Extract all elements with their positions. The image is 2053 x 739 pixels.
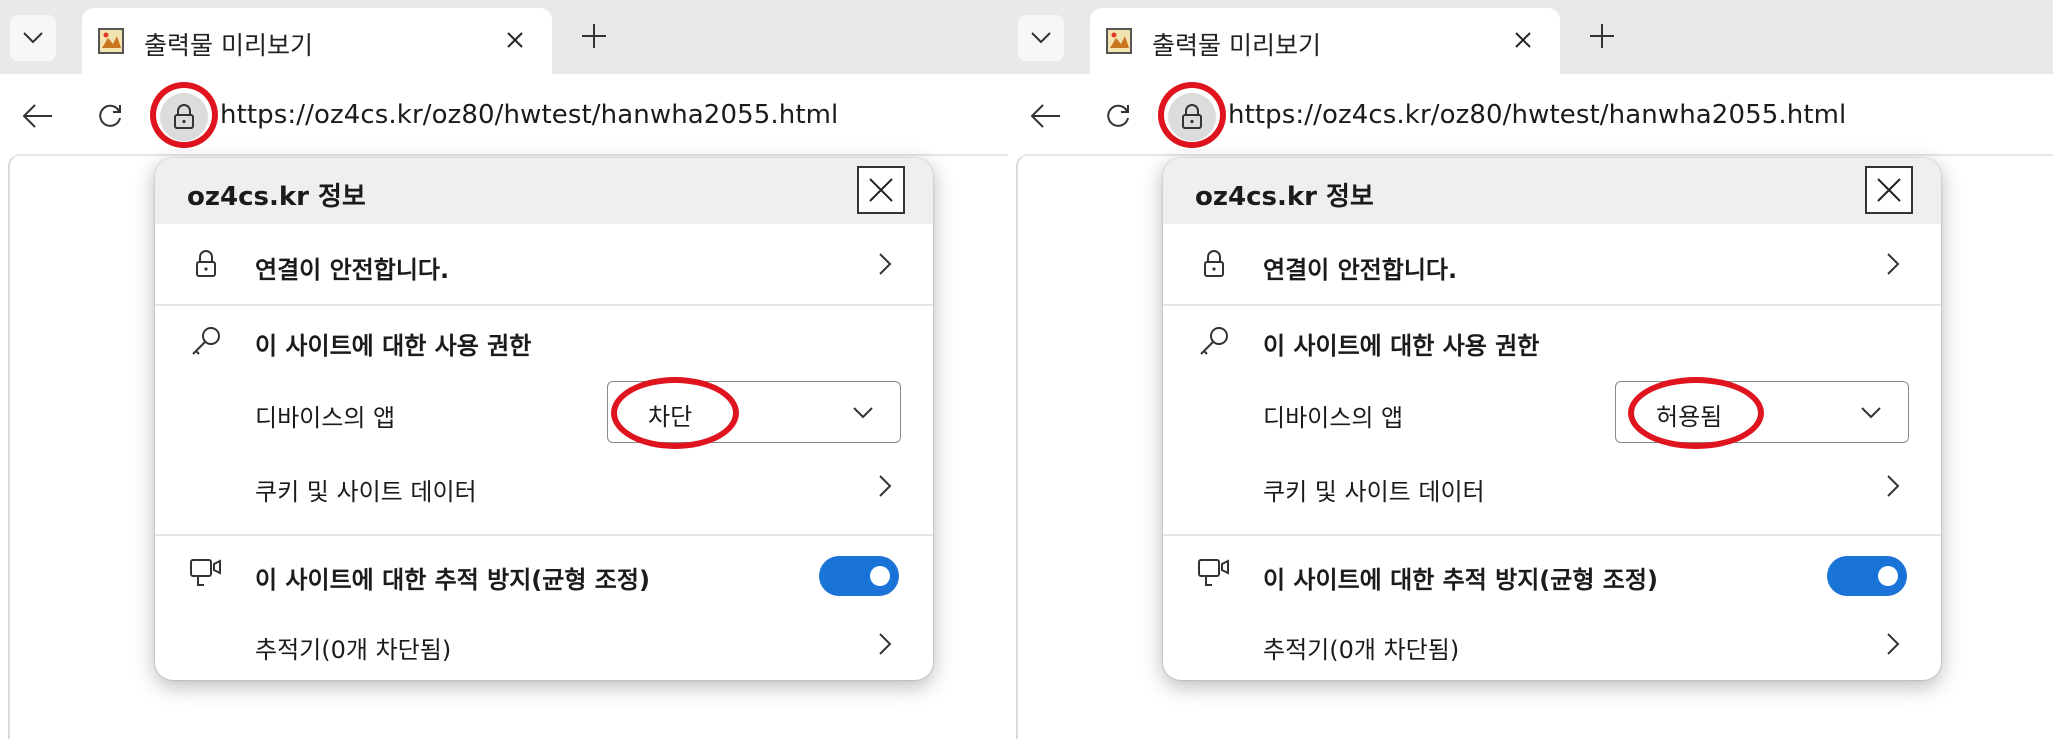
- device-apps-label: 디바이스의 앱: [1263, 404, 1404, 432]
- key-icon: [1197, 324, 1231, 358]
- trackers-row[interactable]: 추적기(0개 차단됨): [1163, 614, 1941, 680]
- browser-tab[interactable]: 출력물 미리보기: [82, 8, 552, 74]
- device-apps-value: 허용됨: [1656, 403, 1723, 431]
- permissions-heading-row: 이 사이트에 대한 사용 권한: [155, 306, 933, 372]
- browser-window-left: 출력물 미리보기 https://oz4cs.kr/oz80/hwtest/ha…: [0, 0, 1008, 739]
- arrow-left-icon: [22, 104, 52, 128]
- connection-row[interactable]: 연결이 안전합니다.: [1163, 224, 1941, 304]
- tracking-heading: 이 사이트에 대한 추적 방지(균형 조정): [1263, 566, 1658, 594]
- address-url[interactable]: https://oz4cs.kr/oz80/hwtest/hanwha2055.…: [220, 100, 838, 130]
- connection-label: 연결이 안전합니다.: [255, 256, 450, 284]
- device-apps-select[interactable]: 허용됨: [1615, 381, 1909, 443]
- permissions-heading: 이 사이트에 대한 사용 권한: [1263, 332, 1540, 360]
- lock-icon: [174, 104, 194, 129]
- address-toolbar: https://oz4cs.kr/oz80/hwtest/hanwha2055.…: [0, 74, 1008, 154]
- chevron-down-icon: [1031, 32, 1051, 44]
- tab-close-button[interactable]: [500, 25, 530, 55]
- chevron-right-icon: [1881, 249, 1905, 279]
- chevron-right-icon: [873, 249, 897, 279]
- chevron-right-icon: [1881, 629, 1905, 659]
- tab-actions-button[interactable]: [10, 15, 56, 61]
- device-apps-select[interactable]: 차단: [607, 381, 901, 443]
- popup-header: oz4cs.kr 정보: [155, 158, 933, 224]
- tab-actions-button[interactable]: [1018, 15, 1064, 61]
- toggle-knob: [1878, 566, 1898, 586]
- close-icon: [507, 32, 523, 48]
- trackers-label: 추적기(0개 차단됨): [1263, 636, 1460, 664]
- chevron-down-icon: [1858, 400, 1884, 426]
- chevron-down-icon: [850, 400, 876, 426]
- device-apps-row: 디바이스의 앱 차단: [155, 372, 933, 454]
- chevron-right-icon: [873, 629, 897, 659]
- back-button[interactable]: [1026, 96, 1066, 136]
- popup-close-button[interactable]: [857, 166, 905, 214]
- site-info-button[interactable]: [1168, 93, 1216, 141]
- address-url[interactable]: https://oz4cs.kr/oz80/hwtest/hanwha2055.…: [1228, 100, 1846, 130]
- reload-button[interactable]: [90, 96, 130, 136]
- tracking-toggle[interactable]: [1827, 556, 1907, 596]
- plus-icon: [1590, 24, 1614, 48]
- close-icon: [1877, 178, 1901, 202]
- new-tab-button[interactable]: [574, 16, 614, 56]
- popup-title: oz4cs.kr 정보: [1195, 182, 1374, 212]
- connection-label: 연결이 안전합니다.: [1263, 256, 1458, 284]
- permissions-heading: 이 사이트에 대한 사용 권한: [255, 332, 532, 360]
- close-icon: [1515, 32, 1531, 48]
- reload-icon: [99, 104, 121, 127]
- chevron-right-icon: [873, 471, 897, 501]
- browser-window-right: 출력물 미리보기 https://oz4cs.kr/oz80/hwtest/ha…: [1008, 0, 2053, 739]
- tracking-toggle[interactable]: [819, 556, 899, 596]
- tracking-row: 이 사이트에 대한 추적 방지(균형 조정): [155, 536, 933, 614]
- cookies-row[interactable]: 쿠키 및 사이트 데이터: [1163, 454, 1941, 520]
- lock-icon: [1182, 104, 1202, 129]
- device-apps-value: 차단: [648, 403, 693, 431]
- plus-icon: [582, 24, 606, 48]
- site-info-popup: oz4cs.kr 정보 연결이 안전합니다. 이 사이트에 대한 사용 권한 디…: [1163, 158, 1941, 680]
- cookies-label: 쿠키 및 사이트 데이터: [1263, 478, 1485, 506]
- tracking-prevention-icon: [189, 556, 223, 590]
- lock-icon: [1197, 247, 1231, 281]
- close-icon: [869, 178, 893, 202]
- connection-row[interactable]: 연결이 안전합니다.: [155, 224, 933, 304]
- tab-title: 출력물 미리보기: [144, 31, 313, 60]
- popup-title: oz4cs.kr 정보: [187, 182, 366, 212]
- cookies-label: 쿠키 및 사이트 데이터: [255, 478, 477, 506]
- tracking-row: 이 사이트에 대한 추적 방지(균형 조정): [1163, 536, 1941, 614]
- trackers-label: 추적기(0개 차단됨): [255, 636, 452, 664]
- tab-title: 출력물 미리보기: [1152, 31, 1321, 60]
- key-icon: [189, 324, 223, 358]
- reload-button[interactable]: [1098, 96, 1138, 136]
- back-button[interactable]: [18, 96, 58, 136]
- toggle-knob: [870, 566, 890, 586]
- printer-image-icon: [98, 28, 124, 54]
- browser-tab[interactable]: 출력물 미리보기: [1090, 8, 1560, 74]
- printer-image-icon: [1106, 28, 1132, 54]
- lock-icon: [189, 247, 223, 281]
- trackers-row[interactable]: 추적기(0개 차단됨): [155, 614, 933, 680]
- site-info-popup: oz4cs.kr 정보 연결이 안전합니다. 이 사이트에 대한 사용 권한 디…: [155, 158, 933, 680]
- popup-close-button[interactable]: [1865, 166, 1913, 214]
- address-toolbar: https://oz4cs.kr/oz80/hwtest/hanwha2055.…: [1008, 74, 2053, 154]
- chevron-down-icon: [23, 32, 43, 44]
- tracking-prevention-icon: [1197, 556, 1231, 590]
- new-tab-button[interactable]: [1582, 16, 1622, 56]
- device-apps-row: 디바이스의 앱 허용됨: [1163, 372, 1941, 454]
- arrow-left-icon: [1030, 104, 1060, 128]
- tab-strip: 출력물 미리보기: [0, 0, 1008, 74]
- tab-close-button[interactable]: [1508, 25, 1538, 55]
- chevron-right-icon: [1881, 471, 1905, 501]
- site-info-button[interactable]: [160, 93, 208, 141]
- reload-icon: [1107, 104, 1129, 127]
- tracking-heading: 이 사이트에 대한 추적 방지(균형 조정): [255, 566, 650, 594]
- cookies-row[interactable]: 쿠키 및 사이트 데이터: [155, 454, 933, 520]
- tab-strip: 출력물 미리보기: [1008, 0, 2053, 74]
- permissions-heading-row: 이 사이트에 대한 사용 권한: [1163, 306, 1941, 372]
- popup-header: oz4cs.kr 정보: [1163, 158, 1941, 224]
- device-apps-label: 디바이스의 앱: [255, 404, 396, 432]
